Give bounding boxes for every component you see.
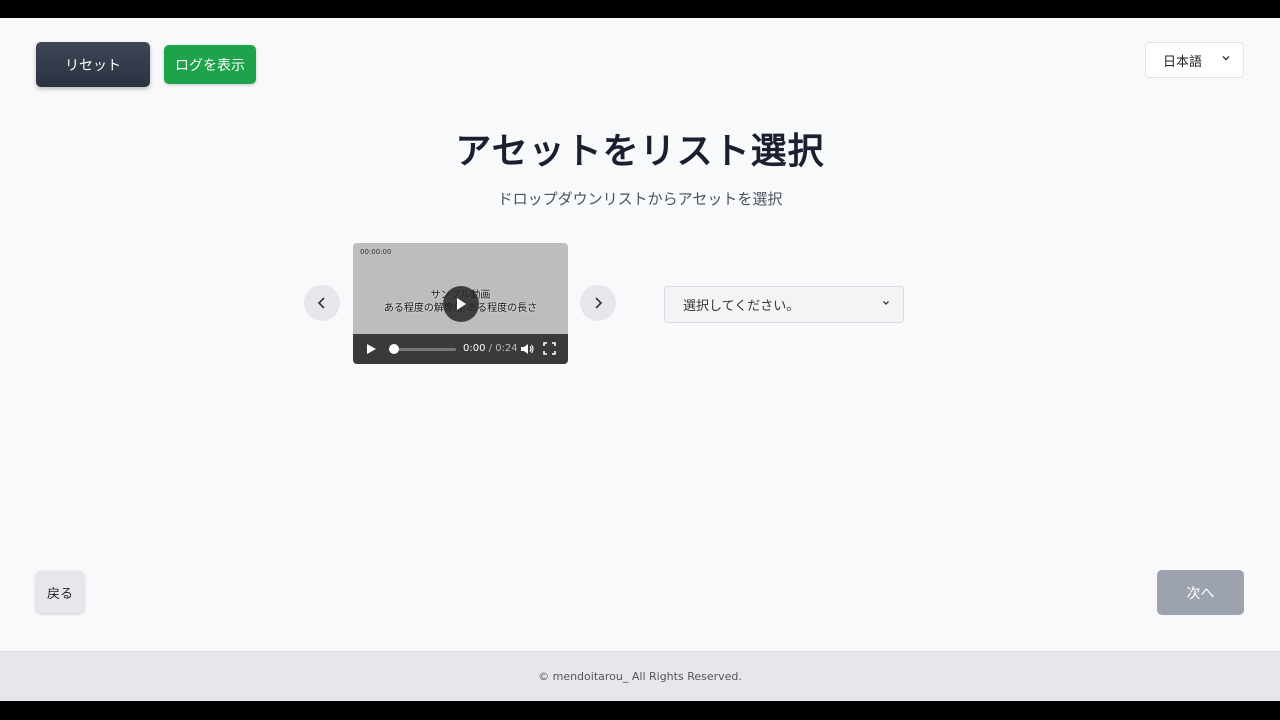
big-play-button[interactable] — [443, 286, 479, 322]
asset-select[interactable]: 選択してください。 — [664, 286, 904, 323]
next-button[interactable]: 次へ — [1157, 570, 1244, 615]
copyright-text: © mendoitarou_ All Rights Reserved. — [538, 670, 742, 683]
language-select[interactable]: 日本語 — [1145, 42, 1244, 78]
video-player[interactable]: 00:00:00 サンプル動画 ある程度の解像度 ある程度の長さ 0:00 / … — [353, 243, 568, 364]
video-time-display: 0:00 / 0:24 — [463, 343, 518, 354]
app-window: リセット ログを表示 日本語 アセットをリスト選択 ドロップダウンリストからアセ… — [0, 18, 1280, 701]
chevron-left-icon — [317, 297, 325, 309]
video-timestamp-overlay: 00:00:00 — [360, 248, 392, 256]
back-button[interactable]: 戻る — [36, 571, 84, 613]
video-current-time: 0:00 — [463, 343, 486, 354]
video-seek-handle[interactable] — [389, 344, 399, 354]
video-time-separator: / — [485, 343, 496, 354]
play-icon — [457, 298, 466, 310]
play-icon[interactable] — [365, 343, 377, 355]
language-select-value: 日本語 — [1163, 54, 1203, 70]
previous-asset-button[interactable] — [304, 285, 340, 321]
chevron-right-icon — [595, 297, 603, 309]
video-seek-bar[interactable] — [393, 348, 456, 351]
asset-select-placeholder: 選択してください。 — [683, 299, 800, 314]
chevron-down-icon — [883, 301, 889, 305]
video-controls: 0:00 / 0:24 — [353, 334, 568, 364]
footer: © mendoitarou_ All Rights Reserved. — [0, 651, 1280, 701]
chevron-down-icon — [1222, 56, 1230, 61]
fullscreen-icon[interactable] — [543, 342, 556, 355]
show-log-button[interactable]: ログを表示 — [164, 45, 256, 84]
volume-icon[interactable] — [520, 342, 534, 356]
reset-button[interactable]: リセット — [36, 42, 150, 87]
video-duration: 0:24 — [495, 343, 518, 354]
next-asset-button[interactable] — [580, 285, 616, 321]
page-subtitle: ドロップダウンリストからアセットを選択 — [497, 190, 783, 208]
page-title: アセットをリスト選択 — [455, 131, 825, 172]
